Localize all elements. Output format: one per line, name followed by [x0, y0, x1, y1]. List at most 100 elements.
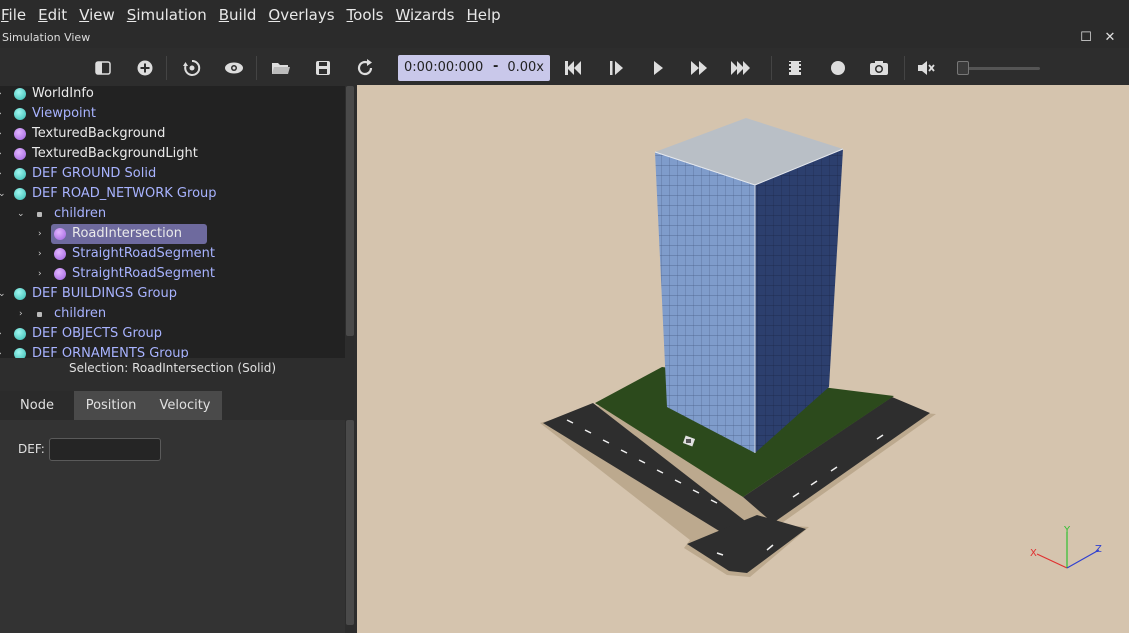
tree-item-road-network[interactable]: ⌄ DEF ROAD_NETWORK Group [0, 184, 345, 204]
toggle-scene-tree-button[interactable] [91, 56, 115, 80]
menu-help-label: Help [466, 6, 501, 24]
tab-position-label: Position [85, 398, 137, 413]
node-purple-icon [54, 228, 66, 240]
menu-build[interactable]: Build [213, 0, 263, 30]
film-icon [789, 61, 801, 75]
expand-arrow-icon[interactable]: › [0, 104, 2, 124]
y-axis-label: Y [1063, 525, 1071, 536]
node-purple-icon [54, 248, 66, 260]
tree-item-worldinfo[interactable]: › WorldInfo [0, 86, 345, 104]
collapse-arrow-icon[interactable]: ⌄ [17, 204, 25, 224]
expand-arrow-icon[interactable]: › [38, 244, 42, 264]
tree-item-label: DEF ORNAMENTS Group [32, 346, 189, 358]
tree-item-texturedbackgroundlight[interactable]: › TexturedBackgroundLight [0, 144, 345, 164]
expand-arrow-icon[interactable]: › [0, 144, 2, 164]
run-realtime-button[interactable] [646, 56, 670, 80]
selection-info: Selection: RoadIntersection (Solid) [0, 358, 345, 390]
node-cyan-icon [14, 348, 26, 358]
simulation-time-display: 0:00:00:000 - 0.00x [398, 55, 550, 81]
maximize-icon[interactable]: ☐ [1079, 30, 1093, 46]
tree-item-roadintersection[interactable]: › RoadIntersection [0, 224, 345, 244]
menu-tools[interactable]: Tools [341, 0, 390, 30]
tree-item-label: StraightRoadSegment [72, 266, 215, 281]
menu-build-label: Build [218, 6, 257, 24]
tree-item-ground[interactable]: › DEF GROUND Solid [0, 164, 345, 184]
menu-edit-label: Edit [38, 6, 68, 24]
webots-window: File Edit View Simulation Build Overlays… [0, 0, 1129, 633]
record-animation-button[interactable] [826, 56, 850, 80]
menu-file[interactable]: File [0, 0, 32, 30]
reload-world-button[interactable] [353, 56, 377, 80]
node-cyan-icon [14, 288, 26, 300]
scene-tree-scrollbar[interactable] [346, 86, 354, 336]
3d-viewport[interactable]: X Y Z [357, 85, 1129, 633]
simulation-time: 0:00:00:000 [404, 60, 484, 75]
time-separator: - [493, 59, 499, 74]
def-input[interactable] [49, 438, 161, 461]
volume-slider-handle[interactable] [957, 61, 969, 75]
menu-help[interactable]: Help [461, 0, 507, 30]
tree-item-label: TexturedBackground [32, 126, 166, 141]
tree-item-children[interactable]: › children [0, 304, 345, 324]
collapse-arrow-icon[interactable]: ⌄ [0, 184, 6, 204]
save-world-button[interactable] [311, 56, 335, 80]
tab-velocity-label: Velocity [159, 398, 211, 413]
tree-item-buildings[interactable]: ⌄ DEF BUILDINGS Group [0, 284, 345, 304]
reset-simulation-button[interactable] [561, 56, 585, 80]
tree-item-label: DEF BUILDINGS Group [32, 286, 177, 301]
volume-slider-track[interactable] [960, 67, 1040, 70]
record-icon [831, 61, 845, 75]
toolbar-separator [904, 56, 905, 80]
tree-item-straightroadsegment[interactable]: › StraightRoadSegment [0, 264, 345, 284]
menu-bar: File Edit View Simulation Build Overlays… [0, 0, 1129, 30]
tab-node[interactable]: Node [0, 391, 74, 420]
step-button[interactable] [604, 56, 628, 80]
menu-simulation[interactable]: Simulation [121, 0, 213, 30]
z-axis-label: Z [1095, 544, 1102, 555]
tree-item-objects[interactable]: › DEF OBJECTS Group [0, 324, 345, 344]
expand-arrow-icon[interactable]: › [0, 86, 2, 104]
menu-view[interactable]: View [73, 0, 121, 30]
expand-arrow-icon[interactable]: › [38, 264, 42, 284]
tree-item-viewpoint[interactable]: › Viewpoint [0, 104, 345, 124]
menu-overlays[interactable]: Overlays [262, 0, 340, 30]
tree-item-children[interactable]: ⌄ children [0, 204, 345, 224]
menu-edit[interactable]: Edit [32, 0, 73, 30]
node-cyan-icon [14, 188, 26, 200]
simulation-view-title: Simulation View [2, 31, 91, 44]
add-node-button[interactable] [133, 56, 157, 80]
expand-arrow-icon[interactable]: › [38, 224, 42, 244]
fast-forward-icon [691, 61, 707, 75]
tree-item-straightroadsegment[interactable]: › StraightRoadSegment [0, 244, 345, 264]
view-options-button[interactable] [222, 56, 246, 80]
menu-tools-label: Tools [346, 6, 384, 24]
menu-wizards[interactable]: Wizards [390, 0, 461, 30]
node-cyan-icon [14, 328, 26, 340]
folder-open-icon [272, 63, 290, 74]
save-icon [316, 61, 330, 75]
expand-arrow-icon[interactable]: › [0, 324, 2, 344]
collapse-arrow-icon[interactable]: ⌄ [0, 284, 6, 304]
scene-render: X Y Z [540, 118, 1102, 577]
tree-item-ornaments[interactable]: › DEF ORNAMENTS Group [0, 344, 345, 358]
expand-arrow-icon[interactable]: › [0, 124, 2, 144]
tab-position[interactable]: Position [74, 391, 148, 420]
simulation-speed: 0.00x [507, 60, 544, 75]
field-editor-scrollbar[interactable] [346, 420, 354, 625]
expand-arrow-icon[interactable]: › [0, 164, 2, 184]
tab-node-label: Node [20, 398, 54, 413]
fast-forward-button[interactable] [687, 56, 711, 80]
field-editor: DEF: [0, 420, 345, 633]
mute-button[interactable] [914, 56, 938, 80]
expand-arrow-icon[interactable]: › [19, 304, 23, 324]
reset-viewpoint-button[interactable] [180, 56, 204, 80]
tree-item-texturedbackground[interactable]: › TexturedBackground [0, 124, 345, 144]
close-icon[interactable]: ✕ [1103, 30, 1117, 46]
fastest-button[interactable] [729, 56, 753, 80]
open-world-button[interactable] [269, 56, 293, 80]
record-movie-button[interactable] [783, 56, 807, 80]
tab-velocity[interactable]: Velocity [148, 391, 222, 420]
screenshot-button[interactable] [867, 56, 891, 80]
tree-item-label: WorldInfo [32, 86, 94, 101]
expand-arrow-icon[interactable]: › [0, 344, 2, 358]
